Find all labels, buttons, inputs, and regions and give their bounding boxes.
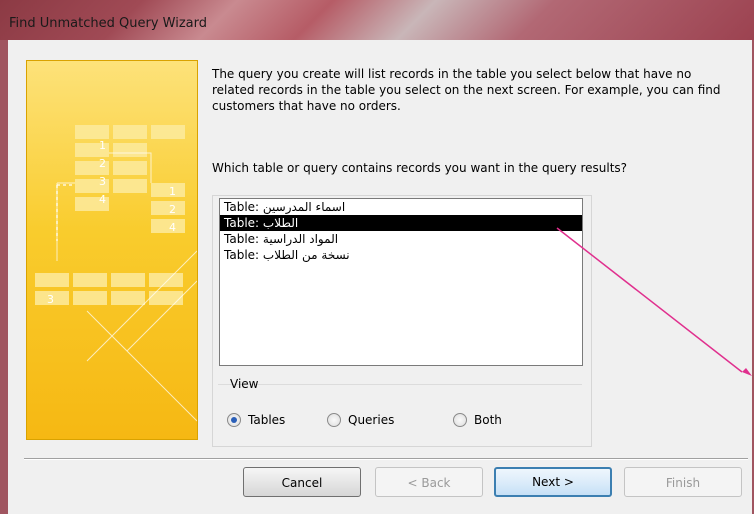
illustration-graphic <box>35 125 197 422</box>
list-item[interactable]: Table: نسخة من الطلاب <box>220 247 582 263</box>
button-separator <box>24 458 748 460</box>
wizard-description: The query you create will list records i… <box>212 67 721 113</box>
wizard-question: Which table or query contains records yo… <box>212 161 628 175</box>
list-item-prefix: Table: <box>224 248 260 262</box>
list-item-name: اسماء المدرسين <box>262 200 346 214</box>
list-item-name: نسخة من الطلاب <box>262 248 350 262</box>
cancel-button[interactable]: Cancel <box>243 467 361 497</box>
illustration-number: 3 <box>47 293 54 306</box>
list-item-prefix: Table: <box>224 232 260 246</box>
radio-label-tables: Tables <box>248 413 286 427</box>
illustration-number: 2 <box>99 157 106 170</box>
view-legend: View <box>230 377 259 391</box>
back-button[interactable]: < Back <box>375 467 483 497</box>
radio-label-both: Both <box>474 413 502 427</box>
radio-queries[interactable]: Queries <box>327 412 394 428</box>
window-frame-left <box>0 40 8 514</box>
radio-both[interactable]: Both <box>453 412 502 428</box>
list-item-selected[interactable]: Table: الطلاب <box>220 215 582 231</box>
illustration-number: 4 <box>169 221 176 234</box>
next-button[interactable]: Next > <box>494 467 612 497</box>
radio-unchecked-icon <box>453 413 467 427</box>
list-item[interactable]: Table: المواد الدراسية <box>220 231 582 247</box>
window-title: Find Unmatched Query Wizard <box>9 16 207 31</box>
table-listbox[interactable]: Table: اسماء المدرسين Table: الطلاب Tabl… <box>219 198 583 366</box>
illustration-number: 1 <box>169 185 176 198</box>
list-item[interactable]: Table: اسماء المدرسين <box>220 199 582 215</box>
title-bar[interactable]: Find Unmatched Query Wizard <box>0 0 754 40</box>
finish-button[interactable]: Finish <box>624 467 742 497</box>
radio-tables[interactable]: Tables <box>227 412 285 428</box>
illustration-number: 1 <box>99 139 106 152</box>
list-item-name: المواد الدراسية <box>262 232 339 246</box>
list-item-prefix: Table: <box>224 216 260 230</box>
wizard-illustration: 1 2 3 4 1 2 4 3 <box>26 60 198 440</box>
radio-unchecked-icon <box>327 413 341 427</box>
illustration-number: 4 <box>99 193 106 206</box>
illustration-number: 2 <box>169 203 176 216</box>
list-item-prefix: Table: <box>224 200 260 214</box>
list-item-name: الطلاب <box>262 216 299 230</box>
illustration-number: 3 <box>99 175 106 188</box>
radio-label-queries: Queries <box>348 413 395 427</box>
radio-checked-icon <box>227 413 241 427</box>
